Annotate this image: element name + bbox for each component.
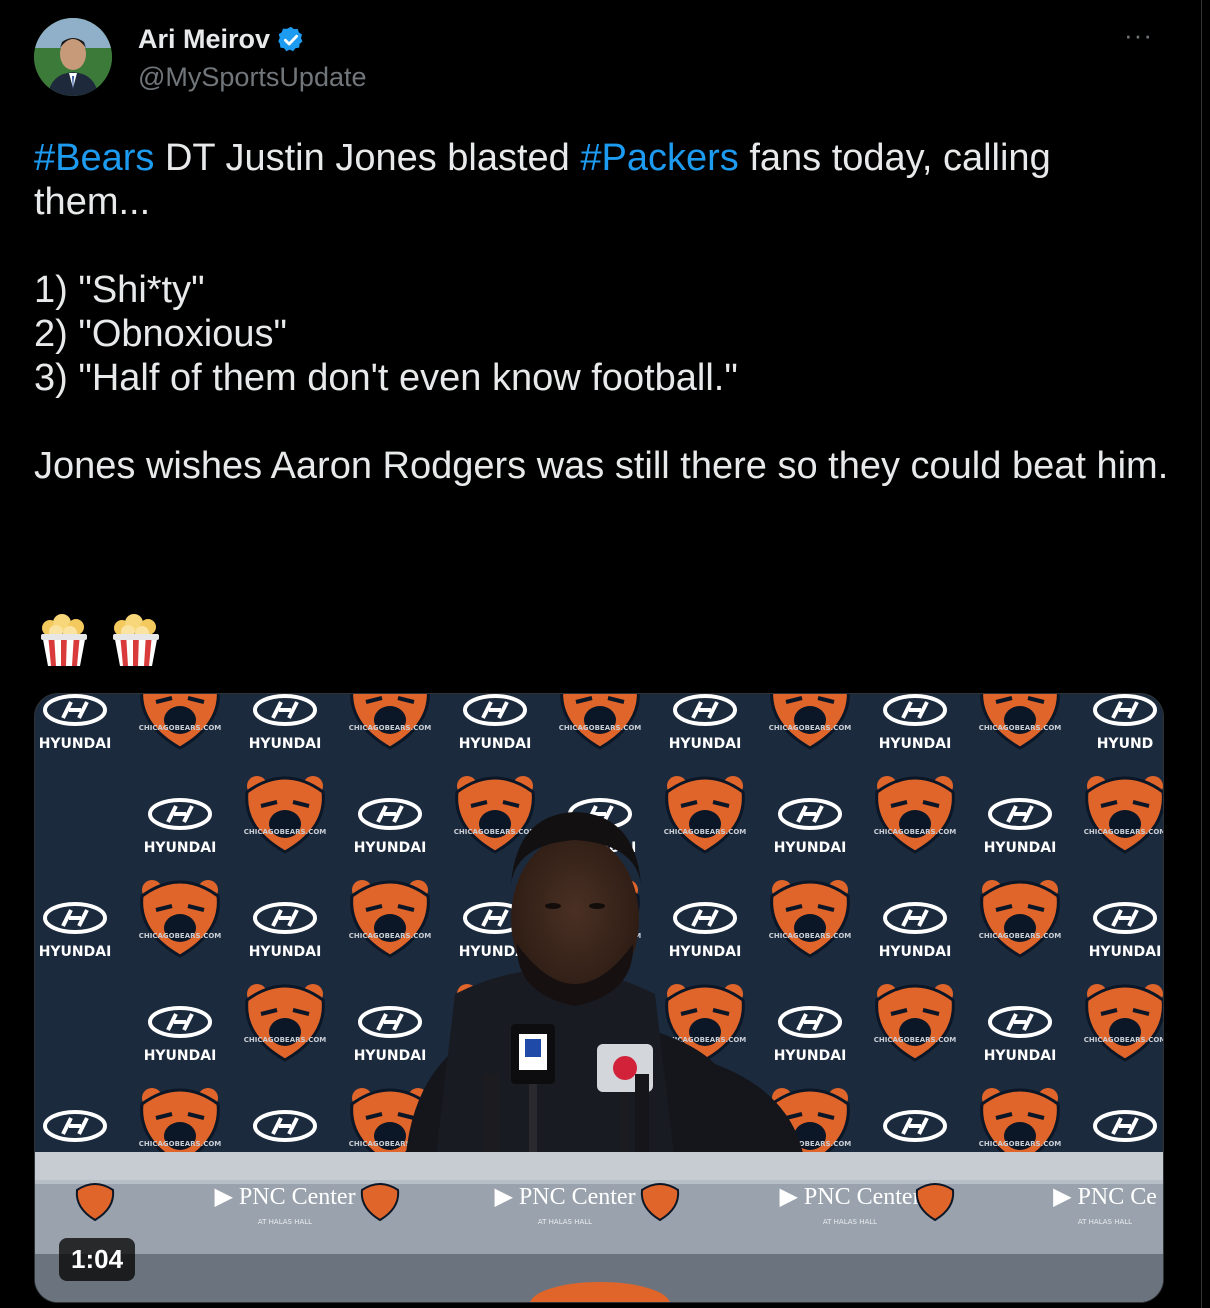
svg-text:HYUNDAI: HYUNDAI xyxy=(354,1048,427,1064)
svg-text:AT HALAS HALL: AT HALAS HALL xyxy=(823,1218,877,1226)
svg-text:HYUNDAI: HYUNDAI xyxy=(984,840,1057,856)
popcorn-icon xyxy=(41,614,87,666)
website-text: CHICAGOBEARS.COM xyxy=(349,932,432,940)
svg-text:HYUNDAI: HYUNDAI xyxy=(249,944,322,960)
website-text: CHICAGOBEARS.COM xyxy=(769,724,852,732)
svg-text:HYUNDAI: HYUNDAI xyxy=(669,944,742,960)
tweet-header: Ari Meirov @MySportsUpdate ··· xyxy=(34,18,1161,98)
svg-text:HYUNDAI: HYUNDAI xyxy=(879,736,952,752)
emoji-row xyxy=(36,612,164,668)
author-handle[interactable]: @MySportsUpdate xyxy=(138,62,367,93)
svg-text:HYUNDAI: HYUNDAI xyxy=(879,944,952,960)
tweet-card: Ari Meirov @MySportsUpdate ··· #Bears DT… xyxy=(0,0,1202,1308)
verified-badge-icon[interactable] xyxy=(276,25,306,55)
website-text: CHICAGOBEARS.COM xyxy=(1084,1036,1164,1044)
website-text: CHICAGOBEARS.COM xyxy=(979,1140,1062,1148)
svg-text:HYUNDAI: HYUNDAI xyxy=(144,840,217,856)
author-name-row: Ari Meirov xyxy=(138,24,306,55)
svg-text:HYUNDAI: HYUNDAI xyxy=(1089,944,1162,960)
website-text: CHICAGOBEARS.COM xyxy=(559,724,642,732)
website-text: CHICAGOBEARS.COM xyxy=(139,1140,222,1148)
website-text: CHICAGOBEARS.COM xyxy=(1084,828,1164,836)
video-player[interactable]: HYUNDAI CHICAGOBEARS.COM HYUNDAI CHICAGOBEA… xyxy=(34,693,1164,1303)
tweet-text-part-2: fans today, calling them... 1) "Shi*ty" … xyxy=(34,137,1169,487)
video-frame: HYUNDAI CHICAGOBEARS.COM HYUNDAI CHICAGOBEA… xyxy=(35,694,1164,1302)
svg-text:HYUNDAI: HYUNDAI xyxy=(39,944,112,960)
svg-text:HYUNDAI: HYUNDAI xyxy=(669,736,742,752)
website-text: CHICAGOBEARS.COM xyxy=(244,828,327,836)
svg-text:AT HALAS HALL: AT HALAS HALL xyxy=(538,1218,592,1226)
website-text: CHICAGOBEARS.COM xyxy=(139,724,222,732)
svg-text:HYUNDAI: HYUNDAI xyxy=(144,1048,217,1064)
website-text: CHICAGOBEARS.COM xyxy=(979,932,1062,940)
website-text: CHICAGOBEARS.COM xyxy=(349,724,432,732)
website-text: CHICAGOBEARS.COM xyxy=(874,828,957,836)
svg-text:▶ PNC Ce: ▶ PNC Ce xyxy=(1053,1184,1157,1210)
svg-text:HYUNDAI: HYUNDAI xyxy=(459,736,532,752)
website-text: CHICAGOBEARS.COM xyxy=(874,1036,957,1044)
avatar[interactable] xyxy=(34,18,112,96)
more-options-icon[interactable]: ··· xyxy=(1124,20,1153,51)
svg-text:▶ PNC Center: ▶ PNC Center xyxy=(214,1184,355,1210)
svg-text:▶ PNC Center: ▶ PNC Center xyxy=(779,1184,920,1210)
svg-text:HYUNDAI: HYUNDAI xyxy=(354,840,427,856)
website-text: CHICAGOBEARS.COM xyxy=(454,828,537,836)
author-display-name[interactable]: Ari Meirov xyxy=(138,24,270,55)
website-text: CHICAGOBEARS.COM xyxy=(139,932,222,940)
svg-text:HYUND: HYUND xyxy=(1097,736,1154,752)
hashtag-bears-link[interactable]: #Bears xyxy=(34,137,154,179)
svg-text:HYUNDAI: HYUNDAI xyxy=(249,736,322,752)
avatar-image xyxy=(34,18,112,96)
video-duration: 1:04 xyxy=(59,1238,136,1281)
svg-text:AT HALAS HALL: AT HALAS HALL xyxy=(1078,1218,1132,1226)
popcorn-icon xyxy=(113,614,159,666)
svg-text:HYUNDAI: HYUNDAI xyxy=(774,1048,847,1064)
svg-text:HYUNDAI: HYUNDAI xyxy=(39,736,112,752)
website-text: CHICAGOBEARS.COM xyxy=(769,932,852,940)
website-text: CHICAGOBEARS.COM xyxy=(664,828,747,836)
website-text: CHICAGOBEARS.COM xyxy=(244,1036,327,1044)
tweet-text-part-1: DT Justin Jones blasted xyxy=(154,137,581,179)
svg-text:HYUNDAI: HYUNDAI xyxy=(774,840,847,856)
svg-text:▶ PNC Center: ▶ PNC Center xyxy=(494,1184,635,1210)
svg-text:AT HALAS HALL: AT HALAS HALL xyxy=(258,1218,312,1226)
website-text: CHICAGOBEARS.COM xyxy=(979,724,1062,732)
tweet-text: #Bears DT Justin Jones blasted #Packers … xyxy=(34,136,1174,488)
hashtag-packers-link[interactable]: #Packers xyxy=(580,137,738,179)
svg-text:HYUNDAI: HYUNDAI xyxy=(984,1048,1057,1064)
